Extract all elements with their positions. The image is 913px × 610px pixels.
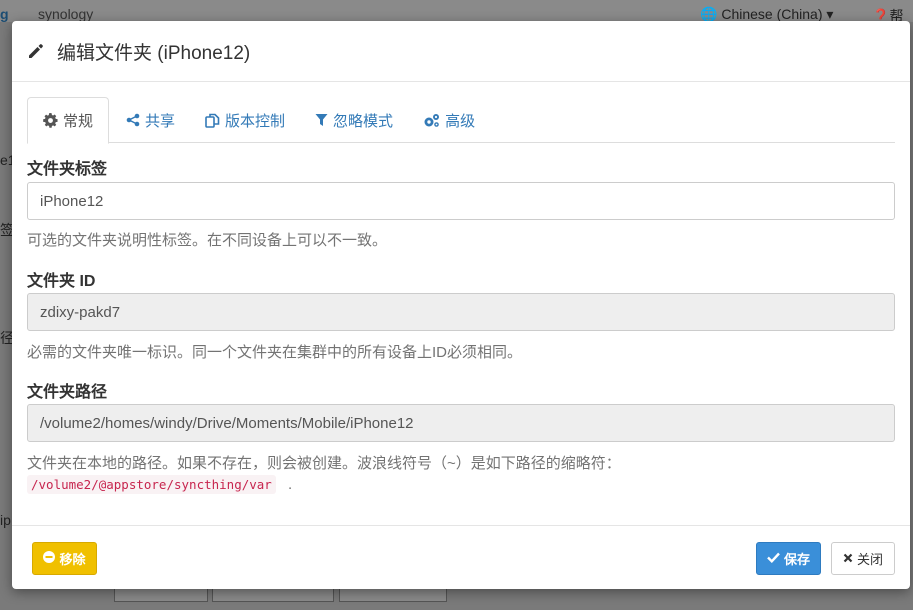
background-brand: g xyxy=(0,6,9,22)
remove-button-label: 移除 xyxy=(59,552,86,567)
folder-label-input[interactable] xyxy=(27,182,895,220)
cogs-icon xyxy=(423,113,440,128)
tab-versioning[interactable]: 版本控制 xyxy=(190,97,300,143)
minus-circle-icon xyxy=(43,551,56,566)
close-button[interactable]: 关闭 xyxy=(831,542,895,575)
close-icon xyxy=(843,551,853,566)
gear-icon xyxy=(43,113,58,128)
tab-general[interactable]: 常规 xyxy=(27,97,110,144)
folder-path-input[interactable] xyxy=(27,404,895,442)
save-button[interactable]: 保存 xyxy=(756,542,821,575)
dialog-header: 编辑文件夹 (iPhone12) xyxy=(12,21,910,82)
tab-label: 常规 xyxy=(63,113,94,130)
dialog-title: 编辑文件夹 (iPhone12) xyxy=(57,42,251,64)
share-icon xyxy=(126,113,140,127)
background-fragment: ip xyxy=(0,512,11,528)
tilde-path-code: /volume2/@appstore/syncthing/var xyxy=(27,475,276,494)
tab-label: 高级 xyxy=(445,112,476,130)
background-host: synology xyxy=(38,6,94,22)
tab-ignore-patterns[interactable]: 忽略模式 xyxy=(300,97,408,143)
edit-folder-dialog: 编辑文件夹 (iPhone12) 常规 共享 版本控制 忽略模式 高级 文件夹标… xyxy=(12,21,910,589)
close-button-label: 关闭 xyxy=(856,552,883,567)
tilde-path-suffix: . xyxy=(288,476,293,493)
background-topbar: g synology 🌐 Chinese (China) ▾ ❓帮助 xyxy=(0,0,913,44)
check-icon xyxy=(767,551,780,566)
tab-label: 忽略模式 xyxy=(333,112,394,130)
filter-icon xyxy=(315,113,328,127)
folder-path-title: 文件夹路径 xyxy=(27,384,108,401)
save-button-label: 保存 xyxy=(783,552,810,567)
tab-label: 版本控制 xyxy=(225,112,286,130)
remove-button[interactable]: 移除 xyxy=(32,542,97,575)
folder-id-input[interactable] xyxy=(27,293,895,331)
tab-sharing[interactable]: 共享 xyxy=(111,97,190,143)
folder-id-title: 文件夹 ID xyxy=(27,273,96,290)
folder-label-help: 可选的文件夹说明性标签。在不同设备上可以不一致。 xyxy=(27,232,388,249)
folder-path-help: 文件夹在本地的路径。如果不存在，则会被创建。波浪线符号（~）是如下路径的缩略符： xyxy=(27,455,621,472)
folder-id-help: 必需的文件夹唯一标识。同一个文件夹在集群中的所有设备上ID必须相同。 xyxy=(27,344,523,361)
tab-advanced[interactable]: 高级 xyxy=(408,97,490,143)
pencil-icon xyxy=(27,42,45,60)
folder-label-title: 文件夹标签 xyxy=(27,161,108,178)
dialog-tabs: 常规 共享 版本控制 忽略模式 高级 xyxy=(27,97,895,144)
dialog-footer: 移除 保存 关闭 xyxy=(12,525,910,589)
tab-label: 共享 xyxy=(145,112,176,130)
copy-icon xyxy=(205,113,220,128)
